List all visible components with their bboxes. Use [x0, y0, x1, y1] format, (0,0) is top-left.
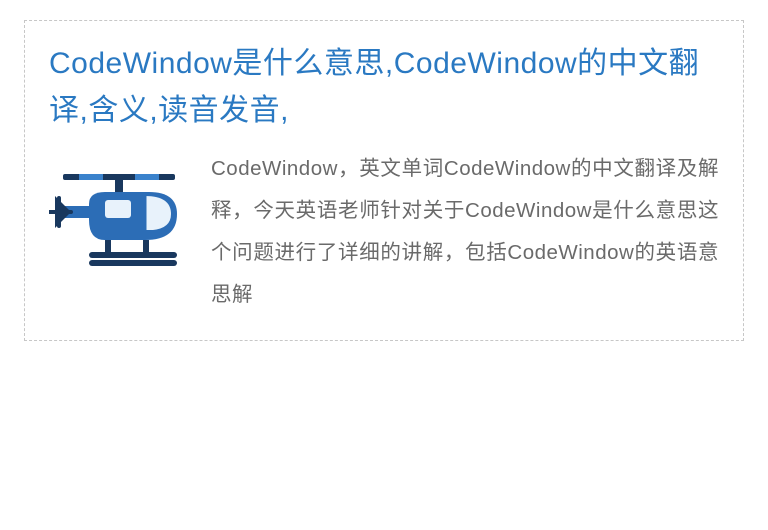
helicopter-icon — [49, 148, 189, 288]
content-row: CodeWindow，英文单词CodeWindow的中文翻译及解释，今天英语老师… — [49, 148, 719, 316]
article-card: CodeWindow是什么意思,CodeWindow的中文翻译,含义,读音发音, — [24, 20, 744, 341]
article-title: CodeWindow是什么意思,CodeWindow的中文翻译,含义,读音发音, — [49, 41, 719, 134]
article-body: CodeWindow，英文单词CodeWindow的中文翻译及解释，今天英语老师… — [211, 148, 719, 316]
